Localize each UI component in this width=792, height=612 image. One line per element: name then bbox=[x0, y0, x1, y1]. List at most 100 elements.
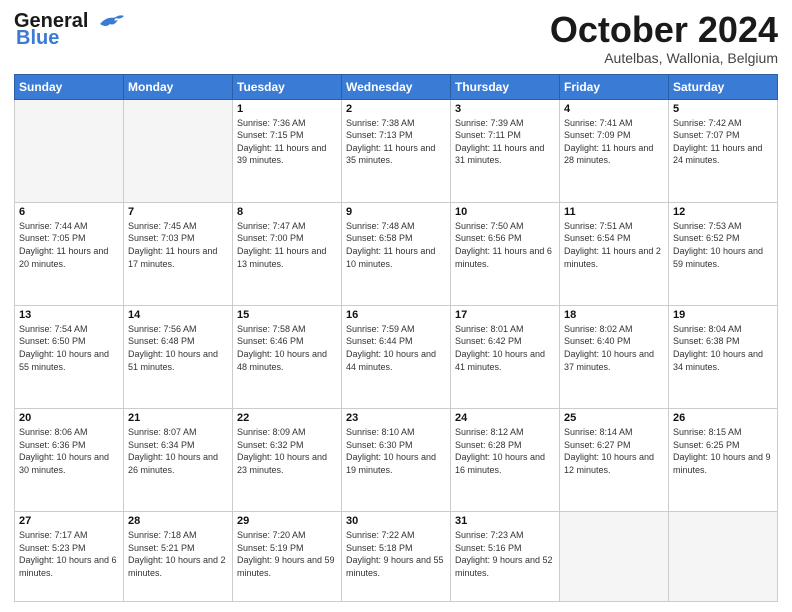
day-info: Sunrise: 8:09 AM Sunset: 6:32 PM Dayligh… bbox=[237, 426, 337, 476]
day-info: Sunrise: 8:14 AM Sunset: 6:27 PM Dayligh… bbox=[564, 426, 664, 476]
calendar-day-cell: 9Sunrise: 7:48 AM Sunset: 6:58 PM Daylig… bbox=[342, 202, 451, 305]
calendar-table: Sunday Monday Tuesday Wednesday Thursday… bbox=[14, 74, 778, 602]
calendar-day-cell: 2 Sunrise: 7:38 AM Sunset: 7:13 PM Daylig… bbox=[342, 99, 451, 202]
calendar-day-cell: 24 Sunrise: 8:12 AM Sunset: 6:28 PM Dayli… bbox=[451, 409, 560, 512]
day-info: Sunrise: 7:42 AM Sunset: 7:07 PM Dayligh… bbox=[673, 117, 773, 167]
calendar-day-cell: 10 Sunrise: 7:50 AM Sunset: 6:56 PM Dayli… bbox=[451, 202, 560, 305]
day-number: 30 bbox=[346, 515, 446, 527]
day-info: Sunrise: 8:07 AM Sunset: 6:34 PM Dayligh… bbox=[128, 426, 228, 476]
calendar-day-cell: 27 Sunrise: 7:17 AM Sunset: 5:23 PM Dayli… bbox=[15, 512, 124, 602]
calendar-day-cell bbox=[669, 512, 778, 602]
calendar-day-cell: 4 Sunrise: 7:41 AM Sunset: 7:09 PM Daylig… bbox=[560, 99, 669, 202]
day-info: Sunrise: 7:54 AM Sunset: 6:50 PM Dayligh… bbox=[19, 323, 119, 373]
calendar-day-cell bbox=[124, 99, 233, 202]
day-info: Sunrise: 7:50 AM Sunset: 6:56 PM Dayligh… bbox=[455, 220, 555, 270]
day-info: Sunrise: 7:47 AM Sunset: 7:00 PM Dayligh… bbox=[237, 220, 337, 270]
day-number: 8 bbox=[237, 206, 337, 218]
day-number: 21 bbox=[128, 412, 228, 424]
calendar-day-cell: 30 Sunrise: 7:22 AM Sunset: 5:18 PM Dayli… bbox=[342, 512, 451, 602]
day-info: Sunrise: 8:06 AM Sunset: 6:36 PM Dayligh… bbox=[19, 426, 119, 476]
day-number: 22 bbox=[237, 412, 337, 424]
calendar-day-cell: 1Sunrise: 7:36 AM Sunset: 7:15 PM Daylig… bbox=[233, 99, 342, 202]
calendar-day-cell: 19Sunrise: 8:04 AM Sunset: 6:38 PM Dayli… bbox=[669, 305, 778, 408]
calendar-day-cell: 22 Sunrise: 8:09 AM Sunset: 6:32 PM Dayli… bbox=[233, 409, 342, 512]
calendar-day-cell: 16 Sunrise: 7:59 AM Sunset: 6:44 PM Dayli… bbox=[342, 305, 451, 408]
day-number: 28 bbox=[128, 515, 228, 527]
day-info: Sunrise: 7:56 AM Sunset: 6:48 PM Dayligh… bbox=[128, 323, 228, 373]
calendar-day-cell: 18 Sunrise: 8:02 AM Sunset: 6:40 PM Dayli… bbox=[560, 305, 669, 408]
calendar-week-row: 27 Sunrise: 7:17 AM Sunset: 5:23 PM Dayli… bbox=[15, 512, 778, 602]
day-number: 20 bbox=[19, 412, 119, 424]
location-subtitle: Autelbas, Wallonia, Belgium bbox=[550, 50, 778, 66]
col-wednesday: Wednesday bbox=[342, 74, 451, 99]
calendar-day-cell: 20 Sunrise: 8:06 AM Sunset: 6:36 PM Dayli… bbox=[15, 409, 124, 512]
day-number: 1 bbox=[237, 103, 337, 115]
day-number: 11 bbox=[564, 206, 664, 218]
day-number: 25 bbox=[564, 412, 664, 424]
day-number: 5 bbox=[673, 103, 773, 115]
day-number: 19 bbox=[673, 309, 773, 321]
calendar-week-row: 6Sunrise: 7:44 AM Sunset: 7:05 PM Daylig… bbox=[15, 202, 778, 305]
col-friday: Friday bbox=[560, 74, 669, 99]
col-monday: Monday bbox=[124, 74, 233, 99]
calendar-day-cell: 12Sunrise: 7:53 AM Sunset: 6:52 PM Dayli… bbox=[669, 202, 778, 305]
col-sunday: Sunday bbox=[15, 74, 124, 99]
day-number: 4 bbox=[564, 103, 664, 115]
calendar-day-cell: 3Sunrise: 7:39 AM Sunset: 7:11 PM Daylig… bbox=[451, 99, 560, 202]
calendar-day-cell: 25 Sunrise: 8:14 AM Sunset: 6:27 PM Dayli… bbox=[560, 409, 669, 512]
calendar-week-row: 13Sunrise: 7:54 AM Sunset: 6:50 PM Dayli… bbox=[15, 305, 778, 408]
day-number: 12 bbox=[673, 206, 773, 218]
calendar-day-cell: 6Sunrise: 7:44 AM Sunset: 7:05 PM Daylig… bbox=[15, 202, 124, 305]
day-info: Sunrise: 8:01 AM Sunset: 6:42 PM Dayligh… bbox=[455, 323, 555, 373]
day-info: Sunrise: 7:38 AM Sunset: 7:13 PM Dayligh… bbox=[346, 117, 446, 167]
col-tuesday: Tuesday bbox=[233, 74, 342, 99]
calendar-day-cell: 28 Sunrise: 7:18 AM Sunset: 5:21 PM Dayli… bbox=[124, 512, 233, 602]
calendar-day-cell: 21 Sunrise: 8:07 AM Sunset: 6:34 PM Dayli… bbox=[124, 409, 233, 512]
calendar-day-cell: 8 Sunrise: 7:47 AM Sunset: 7:00 PM Daylig… bbox=[233, 202, 342, 305]
day-info: Sunrise: 7:41 AM Sunset: 7:09 PM Dayligh… bbox=[564, 117, 664, 167]
calendar-day-cell: 11 Sunrise: 7:51 AM Sunset: 6:54 PM Dayli… bbox=[560, 202, 669, 305]
calendar-day-cell bbox=[560, 512, 669, 602]
day-number: 3 bbox=[455, 103, 555, 115]
day-number: 27 bbox=[19, 515, 119, 527]
title-area: October 2024 Autelbas, Wallonia, Belgium bbox=[550, 10, 778, 66]
day-info: Sunrise: 7:59 AM Sunset: 6:44 PM Dayligh… bbox=[346, 323, 446, 373]
col-saturday: Saturday bbox=[669, 74, 778, 99]
day-info: Sunrise: 8:15 AM Sunset: 6:25 PM Dayligh… bbox=[673, 426, 773, 476]
day-number: 26 bbox=[673, 412, 773, 424]
day-number: 31 bbox=[455, 515, 555, 527]
calendar-day-cell: 29Sunrise: 7:20 AM Sunset: 5:19 PM Dayli… bbox=[233, 512, 342, 602]
page: General Blue October 2024 Autelbas, Wall… bbox=[0, 0, 792, 612]
calendar-day-cell: 13Sunrise: 7:54 AM Sunset: 6:50 PM Dayli… bbox=[15, 305, 124, 408]
calendar-week-row: 20 Sunrise: 8:06 AM Sunset: 6:36 PM Dayli… bbox=[15, 409, 778, 512]
calendar-day-cell: 26 Sunrise: 8:15 AM Sunset: 6:25 PM Dayli… bbox=[669, 409, 778, 512]
day-number: 15 bbox=[237, 309, 337, 321]
logo-blue: Blue bbox=[14, 27, 59, 50]
day-number: 18 bbox=[564, 309, 664, 321]
day-info: Sunrise: 7:51 AM Sunset: 6:54 PM Dayligh… bbox=[564, 220, 664, 270]
day-info: Sunrise: 7:17 AM Sunset: 5:23 PM Dayligh… bbox=[19, 529, 119, 579]
day-number: 16 bbox=[346, 309, 446, 321]
col-thursday: Thursday bbox=[451, 74, 560, 99]
day-number: 14 bbox=[128, 309, 228, 321]
logo: General Blue bbox=[14, 10, 124, 50]
day-info: Sunrise: 7:20 AM Sunset: 5:19 PM Dayligh… bbox=[237, 529, 337, 579]
day-info: Sunrise: 7:44 AM Sunset: 7:05 PM Dayligh… bbox=[19, 220, 119, 270]
day-number: 17 bbox=[455, 309, 555, 321]
day-number: 24 bbox=[455, 412, 555, 424]
month-title: October 2024 bbox=[550, 10, 778, 50]
calendar-day-cell: 7Sunrise: 7:45 AM Sunset: 7:03 PM Daylig… bbox=[124, 202, 233, 305]
calendar-header-row: Sunday Monday Tuesday Wednesday Thursday… bbox=[15, 74, 778, 99]
calendar-day-cell: 5 Sunrise: 7:42 AM Sunset: 7:07 PM Daylig… bbox=[669, 99, 778, 202]
day-info: Sunrise: 7:22 AM Sunset: 5:18 PM Dayligh… bbox=[346, 529, 446, 579]
day-info: Sunrise: 8:12 AM Sunset: 6:28 PM Dayligh… bbox=[455, 426, 555, 476]
calendar-day-cell bbox=[15, 99, 124, 202]
calendar-day-cell: 31Sunrise: 7:23 AM Sunset: 5:16 PM Dayli… bbox=[451, 512, 560, 602]
day-number: 10 bbox=[455, 206, 555, 218]
day-info: Sunrise: 7:58 AM Sunset: 6:46 PM Dayligh… bbox=[237, 323, 337, 373]
header: General Blue October 2024 Autelbas, Wall… bbox=[14, 10, 778, 66]
day-info: Sunrise: 8:02 AM Sunset: 6:40 PM Dayligh… bbox=[564, 323, 664, 373]
day-number: 2 bbox=[346, 103, 446, 115]
day-info: Sunrise: 7:18 AM Sunset: 5:21 PM Dayligh… bbox=[128, 529, 228, 579]
day-number: 9 bbox=[346, 206, 446, 218]
